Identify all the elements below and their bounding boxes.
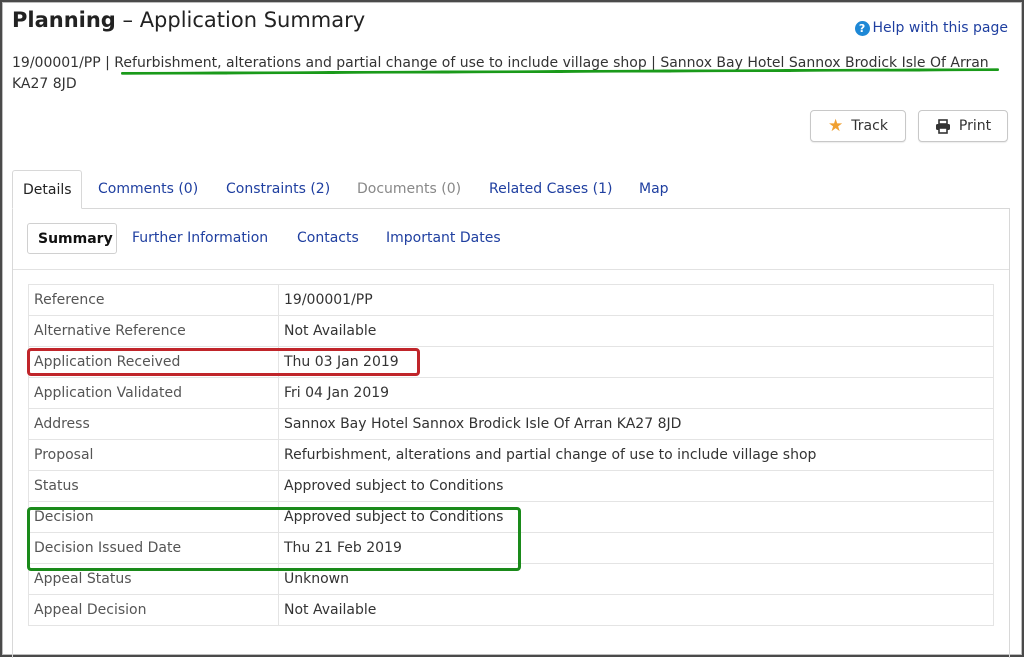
table-row: Status Approved subject to Conditions (28, 470, 994, 502)
tab-related-cases[interactable]: Related Cases (1) (489, 170, 612, 209)
row-value: Not Available (278, 315, 994, 347)
row-value: Refurbishment, alterations and partial c… (278, 439, 994, 471)
row-value: Fri 04 Jan 2019 (278, 377, 994, 409)
tab-details[interactable]: Details (12, 170, 82, 209)
tab-documents: Documents (0) (357, 181, 462, 197)
row-key: Application Validated (28, 377, 279, 409)
row-key: Address (28, 408, 279, 440)
summary-table: Reference 19/00001/PP Alternative Referen… (28, 284, 994, 626)
tab-comments[interactable]: Comments (0) (98, 170, 198, 209)
row-value: Approved subject to Conditions (278, 470, 994, 502)
printer-icon (935, 118, 950, 134)
row-key: Appeal Decision (28, 594, 279, 626)
tab-constraints[interactable]: Constraints (2) (226, 170, 330, 209)
help-link[interactable]: ? Help with this page (854, 20, 1008, 36)
help-label: Help with this page (872, 20, 1008, 36)
green-highlight-box (27, 507, 521, 571)
subtab-important-dates[interactable]: Important Dates (386, 223, 501, 254)
print-button[interactable]: Print (918, 110, 1008, 142)
row-key: Proposal (28, 439, 279, 471)
table-row: Reference 19/00001/PP (28, 284, 994, 316)
track-label: Track (851, 118, 888, 134)
subtab-further-information[interactable]: Further Information (132, 223, 268, 254)
track-button[interactable]: ★ Track (810, 110, 906, 142)
table-row: Alternative Reference Not Available (28, 315, 994, 347)
row-key: Status (28, 470, 279, 502)
star-icon: ★ (828, 115, 844, 136)
table-row: Address Sannox Bay Hotel Sannox Brodick I… (28, 408, 994, 440)
subtab-contacts[interactable]: Contacts (297, 223, 359, 254)
page-title: Planning – Application Summary (12, 8, 366, 32)
row-value: Not Available (278, 594, 994, 626)
table-row: Application Validated Fri 04 Jan 2019 (28, 377, 994, 409)
row-value: Sannox Bay Hotel Sannox Brodick Isle Of … (278, 408, 994, 440)
row-key: Reference (28, 284, 279, 316)
tab-map[interactable]: Map (639, 170, 669, 209)
row-value: 19/00001/PP (278, 284, 994, 316)
print-label: Print (958, 118, 992, 134)
help-icon: ? (854, 20, 870, 36)
main-tabs: Details Comments (0) Constraints (2) Doc… (12, 170, 1010, 209)
red-highlight-box (27, 348, 420, 376)
table-row: Proposal Refurbishment, alterations and p… (28, 439, 994, 471)
row-key: Alternative Reference (28, 315, 279, 347)
subtab-summary[interactable]: Summary (27, 223, 117, 254)
table-row: Appeal Decision Not Available (28, 594, 994, 626)
sub-tabs: Summary Further Information Contacts Imp… (13, 209, 1009, 270)
